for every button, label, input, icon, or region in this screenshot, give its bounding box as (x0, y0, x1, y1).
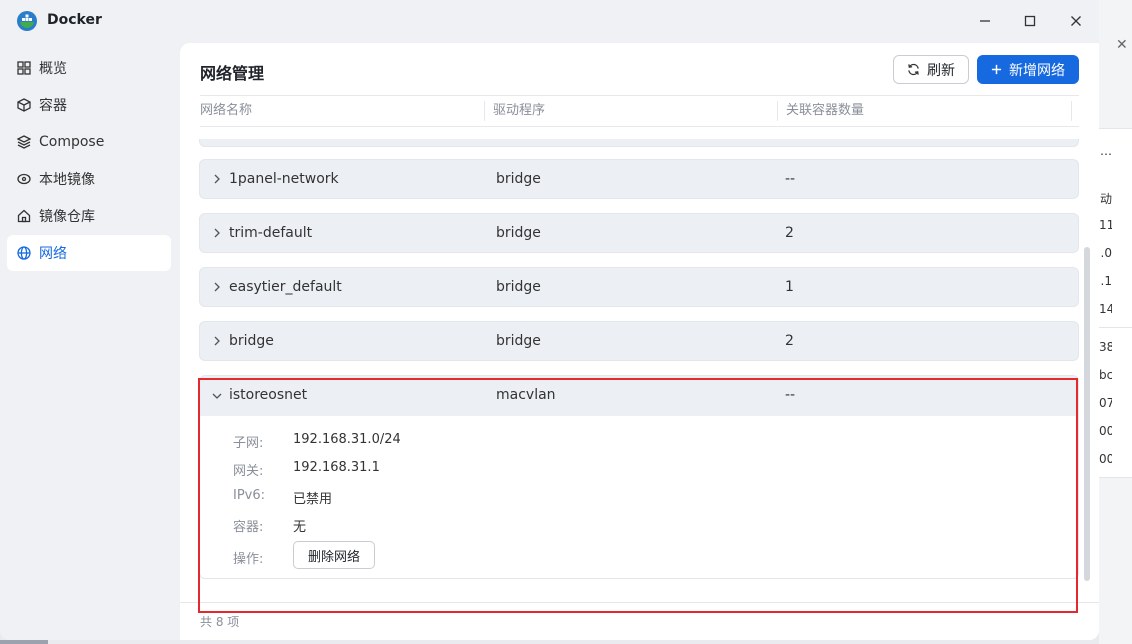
network-container-count: -- (785, 171, 796, 187)
background-text: .0 (1100, 246, 1112, 260)
page-title: 网络管理 (200, 64, 265, 83)
chevron-right-icon[interactable] (211, 227, 223, 239)
network-container-count: -- (785, 387, 796, 403)
network-driver: bridge (496, 333, 541, 349)
title-bar[interactable]: Docker (0, 0, 1099, 42)
gateway-label: 网关: (233, 464, 264, 479)
grid-icon (16, 60, 32, 76)
network-name: istoreosnet (229, 387, 308, 403)
app-title: Docker (47, 12, 102, 28)
refresh-label: 刷新 (927, 62, 955, 79)
gateway-value: 192.168.31.1 (293, 460, 380, 475)
sidebar-item-label: Compose (39, 134, 105, 150)
network-name: easytier_default (229, 279, 342, 295)
network-container-count: 2 (785, 333, 794, 349)
chevron-right-icon[interactable] (211, 335, 223, 347)
table-row[interactable]: 1panel-network bridge -- (199, 159, 1079, 199)
background-text: .1 (1100, 274, 1112, 288)
docker-logo-icon (17, 11, 37, 31)
close-icon[interactable] (1065, 10, 1087, 32)
disk-icon (16, 171, 32, 187)
add-network-button[interactable]: 新增网络 (977, 55, 1079, 84)
chevron-right-icon[interactable] (211, 173, 223, 185)
delete-network-button[interactable]: 删除网络 (293, 541, 375, 569)
column-divider[interactable] (484, 101, 485, 121)
sidebar-item-containers[interactable]: 容器 (7, 87, 171, 123)
column-divider[interactable] (1071, 101, 1072, 121)
sidebar-item-label: 网络 (39, 246, 67, 262)
network-driver: bridge (496, 279, 541, 295)
network-name: trim-default (229, 225, 313, 241)
scrollbar-thumb[interactable] (1084, 247, 1090, 581)
background-text: … (1100, 144, 1112, 158)
background-text: 11 (1099, 218, 1112, 232)
maximize-icon[interactable] (1019, 10, 1041, 32)
minimize-icon[interactable] (974, 10, 996, 32)
table-row-partial[interactable] (199, 139, 1079, 147)
background-text: 14 (1099, 302, 1112, 316)
network-panel: 网络管理 刷新 新增网络 网络名称 驱动程序 关联容器数量 1panel-net… (180, 43, 1099, 640)
network-container-count: 2 (785, 225, 794, 241)
refresh-icon (907, 63, 920, 76)
network-list: 1panel-network bridge -- trim-default br… (199, 127, 1080, 602)
background-text: bc (1099, 368, 1112, 382)
containers-value: 无 (293, 520, 307, 535)
subnet-label: 子网: (233, 436, 264, 451)
column-divider[interactable] (777, 101, 778, 121)
network-name: 1panel-network (229, 171, 339, 187)
home-icon (16, 208, 32, 224)
ipv6-label: IPv6: (233, 488, 266, 503)
sidebar-item-compose[interactable]: Compose (7, 124, 171, 160)
containers-label: 容器: (233, 520, 264, 535)
sidebar-item-network[interactable]: 网络 (7, 235, 171, 271)
cube-icon (16, 97, 32, 113)
refresh-button[interactable]: 刷新 (893, 55, 969, 84)
background-text: 00 (1099, 452, 1112, 466)
plus-icon (991, 64, 1002, 75)
background-text: 动 (1099, 192, 1112, 206)
sidebar-item-label: 本地镜像 (39, 172, 95, 188)
sidebar-item-local-images[interactable]: 本地镜像 (7, 161, 171, 197)
background-text: 00 (1099, 424, 1112, 438)
table-row-expanded: istoreosnet macvlan -- 子网: 192.168.31.0/… (199, 375, 1079, 579)
background-text: 38 (1099, 340, 1112, 354)
column-header-container-count[interactable]: 关联容器数量 (786, 96, 864, 126)
sidebar-item-label: 镜像仓库 (39, 209, 95, 225)
background-text: 07 (1099, 396, 1112, 410)
subnet-value: 192.168.31.0/24 (293, 432, 401, 447)
sidebar-item-label: 容器 (39, 98, 67, 114)
sidebar-item-label: 概览 (39, 61, 67, 77)
column-header-name[interactable]: 网络名称 (200, 96, 252, 126)
add-network-label: 新增网络 (1009, 62, 1065, 79)
sidebar-item-overview[interactable]: 概览 (7, 50, 171, 86)
network-driver: bridge (496, 171, 541, 187)
globe-icon (16, 245, 32, 261)
table-row[interactable]: bridge bridge 2 (199, 321, 1079, 361)
actions-label: 操作: (233, 552, 264, 567)
chevron-down-icon[interactable] (211, 390, 223, 402)
total-count: 共 8 项 (200, 615, 240, 629)
chevron-right-icon[interactable] (211, 281, 223, 293)
table-header: 网络名称 驱动程序 关联容器数量 (200, 95, 1079, 127)
network-container-count: 1 (785, 279, 794, 295)
ipv6-value: 已禁用 (293, 492, 333, 507)
network-driver: macvlan (496, 387, 556, 403)
background-close-icon[interactable]: ✕ (1116, 37, 1128, 53)
table-footer: 共 8 项 (180, 602, 1099, 640)
network-driver: bridge (496, 225, 541, 241)
docker-window: Docker 概览 容器 Compose 本地镜像 镜像仓库 网络 网络管理 刷… (0, 0, 1099, 640)
taskbar-fragment (0, 640, 48, 644)
expanded-row-header[interactable]: istoreosnet macvlan -- (200, 376, 1078, 416)
sidebar: 概览 容器 Compose 本地镜像 镜像仓库 网络 (7, 50, 171, 272)
background-divider (1099, 327, 1132, 328)
network-name: bridge (229, 333, 274, 349)
table-row[interactable]: easytier_default bridge 1 (199, 267, 1079, 307)
table-row[interactable]: trim-default bridge 2 (199, 213, 1079, 253)
column-header-driver[interactable]: 驱动程序 (493, 96, 545, 126)
sidebar-item-registry[interactable]: 镜像仓库 (7, 198, 171, 234)
layers-icon (16, 134, 32, 150)
